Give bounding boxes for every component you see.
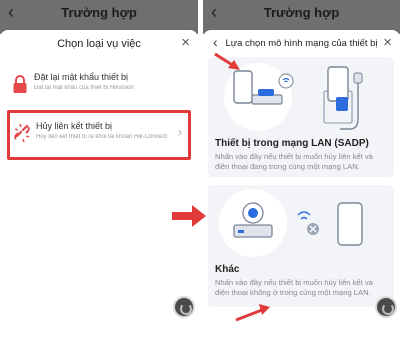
lan-network-illustration [224, 63, 363, 131]
page-title: Trường hợp [263, 5, 340, 20]
card-description: Nhấn vào đây nếu thiết bị muốn hủy liên … [215, 152, 373, 171]
close-icon[interactable]: × [383, 34, 392, 51]
chevron-right-icon: › [178, 125, 182, 139]
item-label: Đặt lại mật khẩu thiết bị [34, 72, 129, 82]
other-network-illustration [219, 189, 363, 257]
header-bar: ‹ Trường hợp [0, 0, 198, 26]
right-screen: ‹ Trường hợp ‹ Lựa chọn mô hình mạng của… [203, 0, 400, 339]
page-title: Trường hợp [61, 5, 137, 20]
sheet-title: Lựa chọn mô hình mạng của thiết bị [225, 38, 378, 49]
lock-icon [13, 75, 27, 93]
support-icon[interactable] [173, 296, 195, 318]
unlink-device-item[interactable]: Hủy liên kết thiết bị Hủy liên kết thiết… [7, 110, 191, 160]
card-title: Khác [215, 264, 240, 275]
reset-password-item[interactable]: Đặt lại mật khẩu thiết bị Đặt lại mật kh… [8, 64, 190, 110]
bottom-sheet: Chọn loại vụ việc × Đặt lại mật khẩu thi… [0, 30, 198, 339]
item-subtitle: Đặt lại mật khẩu của thiết bị Hikvision [34, 85, 134, 91]
support-icon[interactable] [375, 296, 397, 318]
header-bar: ‹ Trường hợp [203, 0, 400, 26]
lan-sadp-card[interactable]: Thiết bị trong mạng LAN (SADP) Nhấn vào … [208, 57, 394, 177]
unlink-icon [14, 123, 30, 143]
other-network-card[interactable]: Khác Nhấn vào đây nếu thiết bị muốn hủy … [208, 185, 394, 307]
left-screen: ‹ Trường hợp Chọn loại vụ việc × Đặt lại… [0, 0, 198, 339]
card-description: Nhấn vào đây nếu thiết bị muốn hủy liên … [215, 278, 373, 297]
item-label: Hủy liên kết thiết bị [36, 121, 113, 131]
card-title: Thiết bị trong mạng LAN (SADP) [215, 138, 369, 149]
sheet-title: Chọn loại vụ việc [57, 38, 141, 50]
close-icon[interactable]: × [181, 34, 190, 51]
item-subtitle: Hủy liên kết thiết bị ra khỏi tài khoản … [36, 134, 168, 140]
